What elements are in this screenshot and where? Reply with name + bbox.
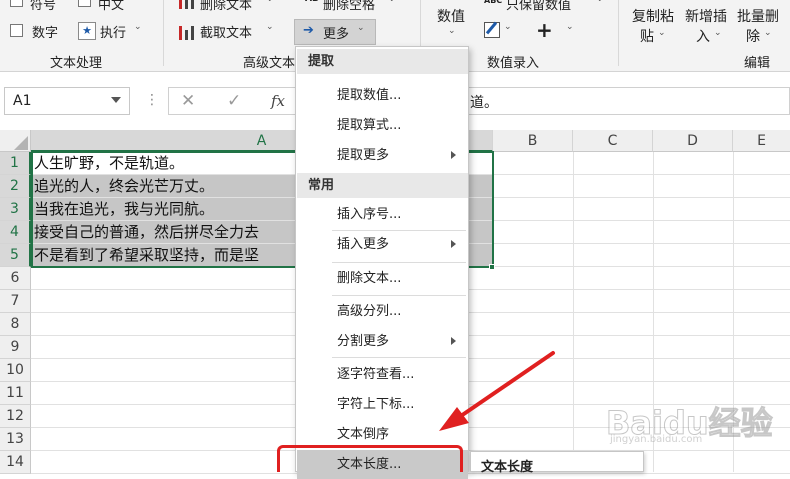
tooltip-title: 文本长度 [481, 460, 534, 475]
column-header-b[interactable]: B [493, 130, 573, 152]
number-checkbox[interactable] [10, 24, 23, 37]
confirm-icon[interactable]: ✓ [227, 91, 241, 111]
chevron-right-icon [451, 337, 456, 345]
column-header-c[interactable]: C [573, 130, 653, 152]
space-icon: AB [305, 0, 319, 4]
chinese-label: 中文 [98, 0, 125, 13]
row-header-5[interactable]: 5 [0, 244, 31, 267]
chevron-down-icon: ⌄ [266, 22, 274, 32]
chevron-right-icon [451, 151, 456, 159]
batch-delete-button[interactable]: 批量删 [737, 6, 779, 26]
watermark-url: jingyan.baidu.com [610, 434, 703, 445]
column-header-e[interactable]: E [733, 130, 790, 152]
extract-more-label: 提取更多 [337, 148, 390, 163]
split-more-label: 分割更多 [337, 334, 390, 349]
annotation-arrow [439, 351, 555, 431]
chevron-down-icon: ⌄ [504, 22, 512, 32]
menu-section-common: 常用 [297, 173, 468, 198]
insert-more-label: 插入更多 [337, 237, 390, 252]
menu-item-extract-value[interactable]: 提取数值... [297, 81, 468, 110]
chevron-down-icon: ⌄ [388, 0, 396, 4]
row-header-7[interactable]: 7 [0, 290, 31, 313]
menu-item-advanced-split[interactable]: 高级分列... [297, 297, 468, 326]
more-label: 更多 [323, 27, 350, 42]
more-button[interactable]: ➔ 更多 ⌄ [294, 19, 376, 45]
row-header-14[interactable]: 14 [0, 451, 31, 474]
row-header-13[interactable]: 13 [0, 428, 31, 451]
fx-icon[interactable]: fx [271, 92, 285, 110]
chevron-down-icon: ⌄ [596, 0, 604, 4]
abc-icon: ABC [484, 0, 503, 5]
value-button[interactable]: 数值 [437, 6, 465, 26]
menu-separator [332, 295, 466, 296]
new-insert-button[interactable]: 新增插 [685, 6, 727, 26]
delete-text-icon [178, 0, 196, 10]
group-divider [163, 0, 164, 66]
chevron-down-icon: ⌄ [658, 28, 666, 38]
plus-icon[interactable]: + [536, 18, 553, 42]
keep-value-button[interactable]: 只保留数值 [506, 0, 571, 13]
chevron-right-icon [451, 240, 456, 248]
group-label-text-process: 文本处理 [50, 56, 103, 71]
row-header-1[interactable]: 1 [0, 152, 31, 175]
copy-paste-button[interactable]: 复制粘 [632, 6, 674, 26]
row-header-6[interactable]: 6 [0, 267, 31, 290]
execute-button[interactable]: 执行 [100, 22, 126, 41]
chevron-down-icon: ⌄ [266, 0, 274, 4]
copy-paste-label-2: 贴 [640, 29, 654, 45]
arrow-right-icon: ➔ [303, 23, 314, 38]
row-header-11[interactable]: 11 [0, 382, 31, 405]
name-box-value: A1 [13, 93, 32, 109]
group-label-edit: 编辑 [744, 56, 771, 71]
new-insert-label-2: 入 [696, 29, 710, 45]
group-label-advanced: 高级文本 [243, 56, 296, 71]
cancel-icon[interactable]: ✕ [181, 91, 195, 111]
row-header-10[interactable]: 10 [0, 359, 31, 382]
extract-text-button[interactable]: 截取文本 [200, 22, 252, 41]
more-dots-icon: ⋮ [145, 92, 160, 108]
menu-item-insert-seq[interactable]: 插入序号... [297, 200, 468, 229]
group-label-entry: 数值录入 [487, 56, 540, 71]
number-label: 数字 [32, 26, 59, 41]
symbol-label: 符号 [30, 0, 57, 13]
chevron-down-icon[interactable] [111, 97, 121, 103]
execute-icon: ★ [78, 22, 96, 40]
formula-buttons: ✕ ✓ fx [168, 87, 298, 115]
select-all-corner[interactable] [0, 130, 31, 152]
column-header-d[interactable]: D [653, 130, 733, 152]
row-header-8[interactable]: 8 [0, 313, 31, 336]
row-header-2[interactable]: 2 [0, 175, 31, 198]
fill-handle[interactable] [489, 264, 495, 270]
chevron-down-icon: ⌄ [714, 28, 722, 38]
formula-input[interactable]: 道。 [468, 87, 790, 115]
chevron-down-icon: ⌄ [764, 28, 772, 38]
tooltip: 文本长度 [470, 451, 644, 475]
chevron-down-icon: ⌄ [134, 22, 142, 32]
formula-content: 道。 [470, 95, 498, 111]
delete-space-button[interactable]: 删除空格 [323, 0, 375, 13]
edit-icon [484, 21, 500, 38]
name-box[interactable]: A1 [4, 87, 130, 115]
baidu-watermark: Baidu经验 jingyan.baidu.com [606, 398, 790, 446]
menu-item-insert-more[interactable]: 插入更多 [297, 230, 468, 259]
chinese-checkbox[interactable] [78, 0, 91, 7]
row-header-3[interactable]: 3 [0, 198, 31, 221]
extract-text-icon [178, 24, 196, 40]
row-header-9[interactable]: 9 [0, 336, 31, 359]
chevron-down-icon: ⌄ [357, 23, 365, 33]
menu-item-extract-more[interactable]: 提取更多 [297, 141, 468, 170]
row-header-4[interactable]: 4 [0, 221, 31, 244]
menu-item-delete-text[interactable]: 删除文本... [297, 264, 468, 293]
highlight-box [277, 445, 463, 472]
row-header-12[interactable]: 12 [0, 405, 31, 428]
chevron-down-icon: ⌄ [448, 26, 456, 36]
batch-delete-label-2: 除 [746, 29, 760, 45]
symbol-checkbox[interactable] [10, 0, 23, 7]
menu-separator [332, 262, 466, 263]
chevron-down-icon: ⌄ [566, 22, 574, 32]
group-divider [618, 0, 619, 66]
delete-text-button[interactable]: 删除文本 [200, 0, 252, 13]
menu-section-extract: 提取 [297, 49, 468, 74]
menu-item-extract-formula[interactable]: 提取算式... [297, 111, 468, 140]
